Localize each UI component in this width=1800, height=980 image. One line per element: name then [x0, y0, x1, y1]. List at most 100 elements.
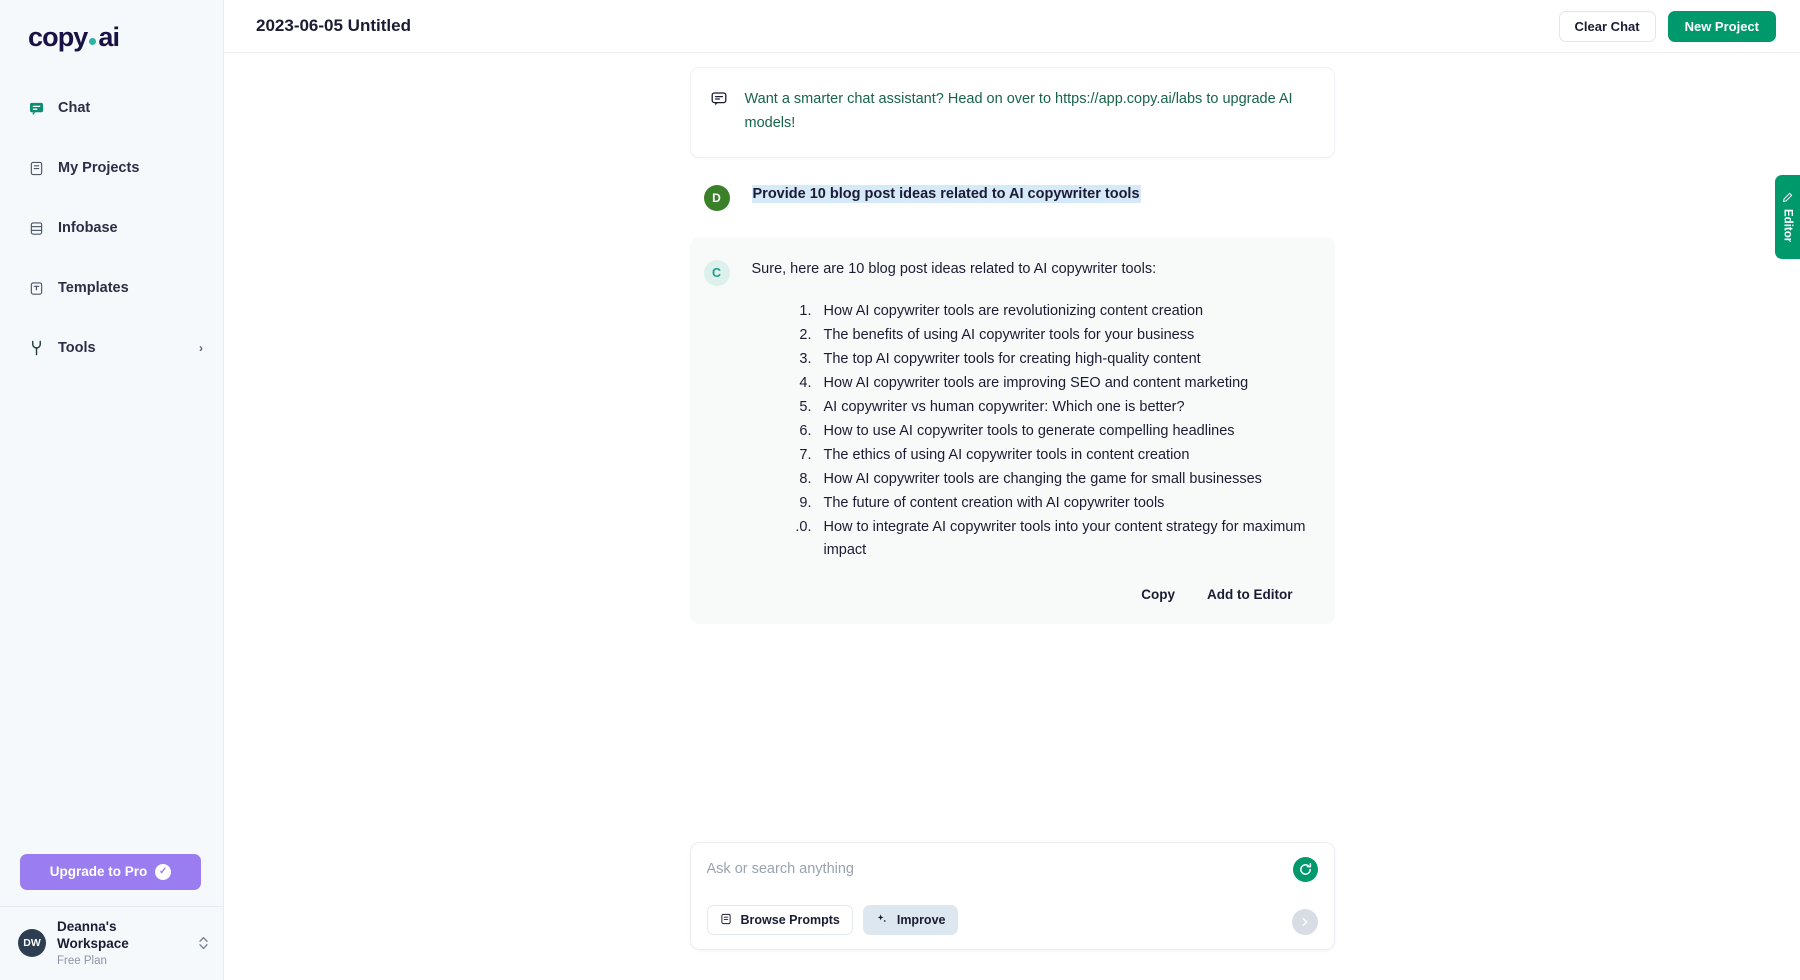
list-item-number: 4. [784, 372, 812, 396]
banner-text: Want a smarter chat assistant? Head on o… [745, 88, 1312, 135]
list-item-number: 9. [784, 492, 812, 516]
template-icon [28, 280, 44, 296]
upgrade-label: Upgrade to Pro [50, 864, 148, 879]
assistant-message-header: C Sure, here are 10 blog post ideas rela… [704, 259, 1307, 286]
user-message-text: Provide 10 blog post ideas related to AI… [752, 185, 1141, 203]
logo-text-left: copy [28, 22, 87, 53]
sidebar-item-my-projects[interactable]: My Projects [0, 148, 223, 188]
logo-dot-icon [89, 38, 96, 45]
composer: Browse Prompts Improve [690, 842, 1335, 950]
list-item: 2. The benefits of using AI copywriter to… [784, 324, 1307, 348]
sidebar-item-templates[interactable]: Templates [0, 268, 223, 308]
sidebar-item-infobase[interactable]: Infobase [0, 208, 223, 248]
list-item: 7. The ethics of using AI copywriter tool… [784, 444, 1307, 468]
workspace-name: Deanna's Workspace [57, 919, 187, 953]
main-area: 2023-06-05 Untitled Clear Chat New Proje… [224, 0, 1800, 980]
send-icon[interactable] [1292, 909, 1318, 935]
chat-bubble-icon [711, 91, 727, 135]
list-item-text: The future of content creation with AI c… [824, 492, 1307, 516]
list-item-text: The benefits of using AI copywriter tool… [824, 324, 1307, 348]
browse-prompts-label: Browse Prompts [741, 913, 840, 927]
user-message: D Provide 10 blog post ideas related to … [704, 184, 1335, 211]
sidebar-item-chat[interactable]: Chat [0, 88, 223, 128]
database-icon [28, 220, 44, 236]
list-item: 4. How AI copywriter tools are improving … [784, 372, 1307, 396]
list-item-text: How to use AI copywriter tools to genera… [824, 420, 1307, 444]
chevron-right-icon: › [199, 341, 203, 355]
avatar: D [704, 185, 730, 211]
workspace-switcher[interactable]: DW Deanna's Workspace Free Plan [0, 906, 223, 980]
check-badge-icon: ✓ [155, 864, 171, 880]
upgrade-banner: Want a smarter chat assistant? Head on o… [690, 67, 1335, 158]
copyai-logo[interactable]: copy ai [28, 22, 223, 53]
document-icon [28, 160, 44, 176]
list-item-number: 5. [784, 396, 812, 420]
chevron-up-down-icon [198, 935, 209, 951]
list-item: 1. How AI copywriter tools are revolution… [784, 300, 1307, 324]
sidebar-item-label: My Projects [58, 160, 203, 176]
copy-button[interactable]: Copy [1141, 587, 1175, 602]
sidebar-item-label: Infobase [58, 220, 203, 236]
list-item-text: How AI copywriter tools are improving SE… [824, 372, 1307, 396]
list-item-number: 3. [784, 348, 812, 372]
list-item-number: 2. [784, 324, 812, 348]
chat-scroll-region[interactable]: Want a smarter chat assistant? Head on o… [224, 53, 1800, 842]
chat-column: Want a smarter chat assistant? Head on o… [690, 53, 1335, 624]
logo-text-right: ai [98, 22, 119, 53]
clear-chat-button[interactable]: Clear Chat [1559, 11, 1656, 42]
sidebar-footer: Upgrade to Pro ✓ DW Deanna's Workspace F… [0, 854, 223, 980]
avatar: C [704, 260, 730, 286]
assistant-message: C Sure, here are 10 blog post ideas rela… [690, 237, 1335, 624]
idea-list: 1. How AI copywriter tools are revolution… [784, 300, 1307, 563]
app-root: copy ai Chat My Projects [0, 0, 1800, 980]
sidebar-nav-list: Chat My Projects Infobase [0, 88, 223, 368]
tools-icon [28, 340, 44, 356]
list-item: 9. The future of content creation with AI… [784, 492, 1307, 516]
new-project-button[interactable]: New Project [1668, 11, 1776, 42]
list-item: .0. How to integrate AI copywriter tools … [784, 516, 1307, 564]
upgrade-to-pro-button[interactable]: Upgrade to Pro ✓ [20, 854, 201, 890]
workspace-plan: Free Plan [57, 954, 187, 968]
sidebar-item-label: Tools [58, 340, 187, 356]
list-item: 6. How to use AI copywriter tools to gene… [784, 420, 1307, 444]
sidebar-item-label: Templates [58, 280, 203, 296]
search-input[interactable] [707, 859, 1318, 879]
list-item-number: .0. [784, 516, 812, 540]
workspace-text: Deanna's Workspace Free Plan [57, 919, 187, 968]
refresh-icon[interactable] [1293, 857, 1318, 882]
editor-side-tab[interactable]: Editor [1775, 175, 1800, 259]
chat-bubble-icon [28, 100, 44, 116]
editor-tab-label: Editor [1782, 209, 1794, 242]
list-item-text: The top AI copywriter tools for creating… [824, 348, 1307, 372]
sparkle-icon [876, 913, 888, 928]
list-item-text: The ethics of using AI copywriter tools … [824, 444, 1307, 468]
avatar: DW [18, 929, 46, 957]
sidebar-item-label: Chat [58, 100, 203, 116]
add-to-editor-button[interactable]: Add to Editor [1207, 587, 1292, 602]
list-item-text: How AI copywriter tools are revolutioniz… [824, 300, 1307, 324]
sidebar: copy ai Chat My Projects [0, 0, 224, 980]
list-item: 5. AI copywriter vs human copywriter: Whi… [784, 396, 1307, 420]
list-item-text: How AI copywriter tools are changing the… [824, 468, 1307, 492]
list-item-text: How to integrate AI copywriter tools int… [824, 516, 1307, 564]
logo-wrap: copy ai [0, 0, 223, 82]
sidebar-nav: Chat My Projects Infobase [0, 88, 223, 368]
browse-prompts-button[interactable]: Browse Prompts [707, 905, 853, 935]
list-item-number: 7. [784, 444, 812, 468]
prompt-list-icon [720, 913, 732, 928]
topbar: 2023-06-05 Untitled Clear Chat New Proje… [224, 0, 1800, 53]
list-item: 8.How AI copywriter tools are changing t… [784, 468, 1307, 492]
page-title: 2023-06-05 Untitled [256, 16, 1547, 36]
improve-label: Improve [897, 913, 946, 927]
list-item-text: AI copywriter vs human copywriter: Which… [824, 396, 1307, 420]
editor-tab-inner: Editor [1782, 192, 1794, 242]
list-item-number: 6. [784, 420, 812, 444]
list-item-number: 1. [784, 300, 812, 324]
sidebar-item-tools[interactable]: Tools › [0, 328, 223, 368]
assistant-intro-text: Sure, here are 10 blog post ideas relate… [752, 259, 1157, 281]
composer-wrap: Browse Prompts Improve [224, 842, 1800, 980]
user-message-text-wrap: Provide 10 blog post ideas related to AI… [752, 184, 1141, 206]
improve-button[interactable]: Improve [863, 905, 959, 935]
list-item: 3. The top AI copywriter tools for creati… [784, 348, 1307, 372]
composer-actions: Browse Prompts Improve [707, 905, 1318, 935]
